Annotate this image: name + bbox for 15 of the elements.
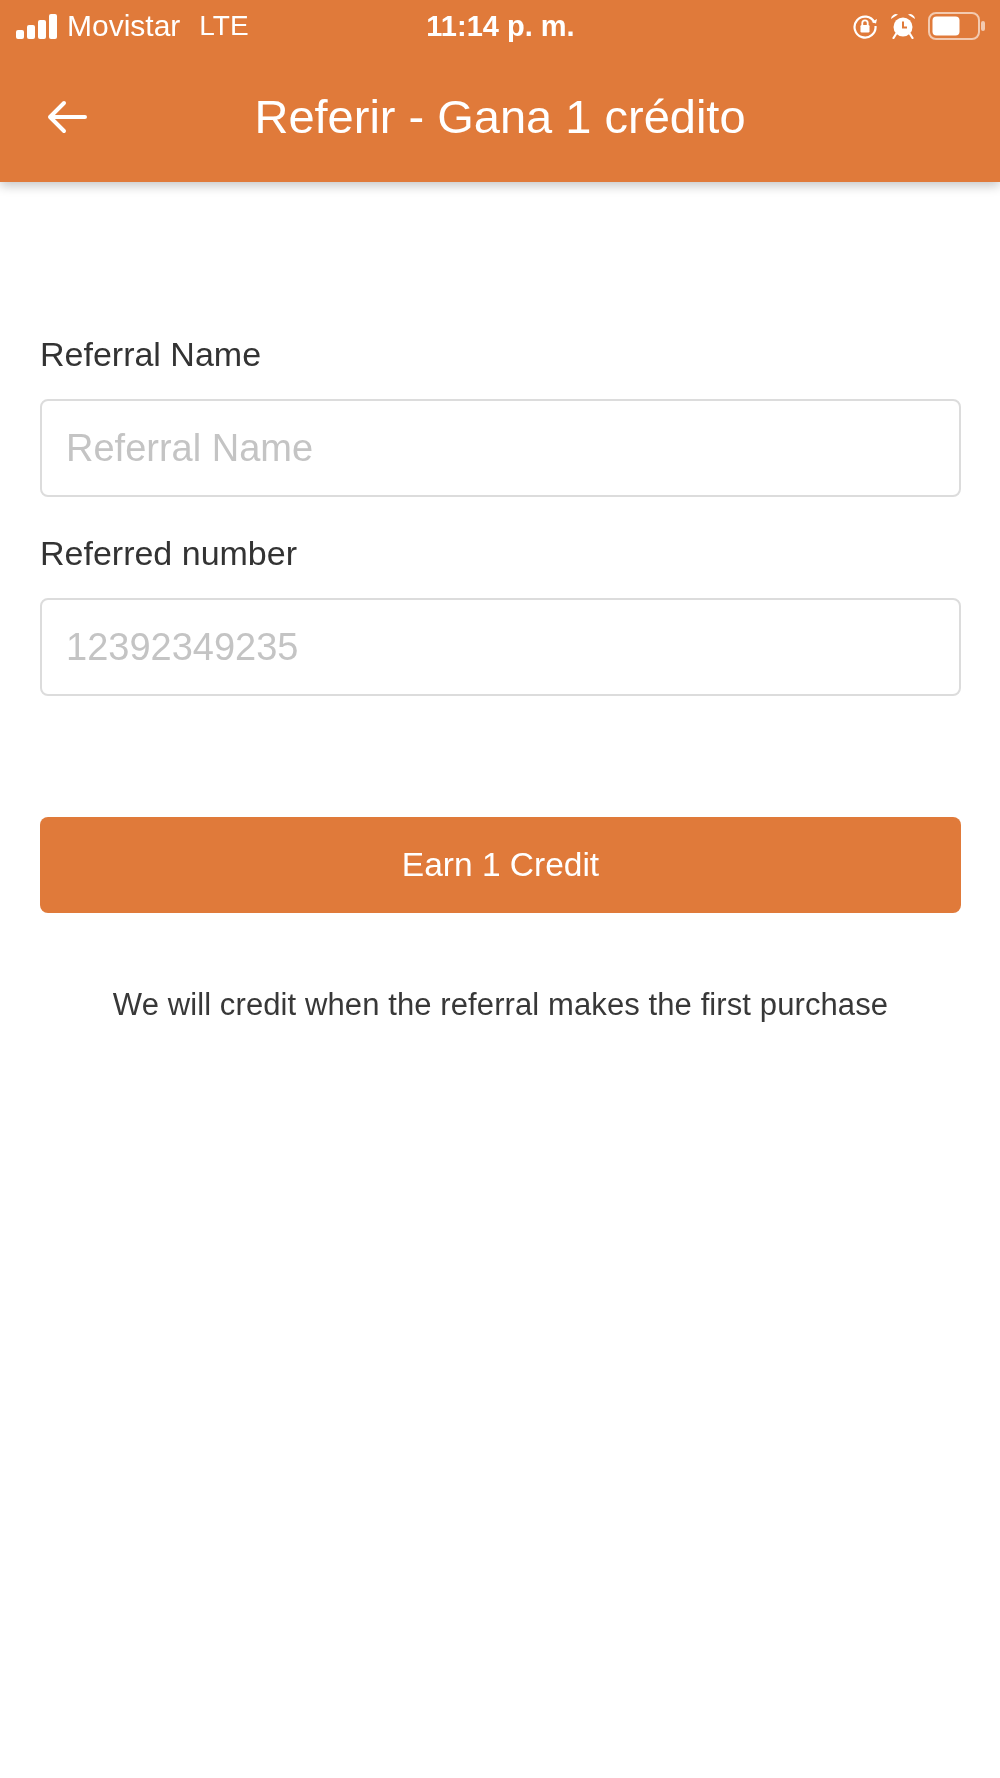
carrier-name: Movistar [67, 9, 181, 43]
signal-icon [16, 13, 57, 39]
rotation-lock-icon [852, 13, 878, 39]
earn-credit-button[interactable]: Earn 1 Credit [40, 817, 961, 913]
input-field[interactable]: 12392349235 [40, 598, 961, 696]
screen-title: Referir - Gana 1 crédito [254, 90, 746, 144]
back-arrow-icon[interactable] [47, 100, 87, 134]
info-note: We will credit when the referral makes the first purchase [112, 986, 889, 1024]
clock-time: 11:14 p. m. [426, 9, 575, 43]
field-label: Referral Name [40, 334, 263, 374]
input-field[interactable]: Referral Name [40, 399, 961, 497]
field-label: Referred number [40, 533, 298, 573]
alarm-clock-icon [890, 13, 916, 39]
network-type: LTE [199, 9, 249, 43]
battery-icon [928, 12, 985, 40]
